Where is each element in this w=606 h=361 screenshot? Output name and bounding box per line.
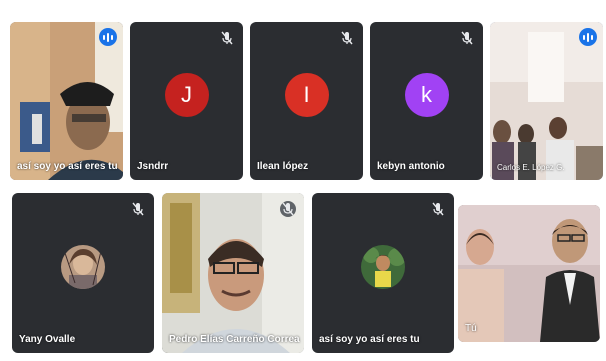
top-strip — [0, 0, 606, 8]
avatar — [361, 245, 405, 289]
participant-name: kebyn antonio — [377, 161, 445, 172]
avatar: I — [284, 73, 329, 117]
participant-tile[interactable]: Yany Ovalle — [12, 193, 154, 353]
mic-off-icon — [221, 31, 233, 45]
mic-off-icon — [432, 202, 444, 216]
participant-name: Tú — [465, 323, 477, 334]
participant-tile[interactable]: Carlos E. López G. — [490, 22, 603, 180]
participant-tile[interactable]: k kebyn antonio — [370, 22, 483, 180]
participant-name: Yany Ovalle — [19, 334, 76, 345]
mic-off-icon — [341, 31, 353, 45]
participant-tile[interactable]: así soy yo así eres tu — [10, 22, 123, 180]
participant-tile[interactable]: I Ilean lópez — [250, 22, 363, 180]
participant-name: Carlos E. López G. — [497, 163, 565, 172]
mic-off-icon — [280, 201, 296, 217]
mic-off-icon — [132, 202, 144, 216]
participant-tile[interactable]: J Jsndrr — [130, 22, 243, 180]
participant-tile[interactable]: así soy yo así eres tu — [312, 193, 454, 353]
avatar: k — [404, 73, 449, 117]
speaking-icon — [99, 28, 117, 46]
speaking-icon — [579, 28, 597, 46]
mic-off-icon — [461, 31, 473, 45]
participant-video — [458, 205, 600, 342]
participant-name: Jsndrr — [137, 161, 169, 172]
participant-name: así soy yo así eres tu — [319, 334, 420, 345]
participant-tile[interactable]: Tú — [458, 205, 600, 342]
participant-name: Ilean lópez — [257, 161, 309, 172]
avatar: J — [164, 73, 209, 117]
participant-name: así soy yo así eres tu — [17, 161, 118, 172]
participant-name: Pedro Elías Carreño Correa — [169, 334, 300, 345]
avatar — [61, 245, 105, 289]
participant-video — [162, 193, 304, 353]
participant-tile[interactable]: Pedro Elías Carreño Correa — [162, 193, 304, 353]
